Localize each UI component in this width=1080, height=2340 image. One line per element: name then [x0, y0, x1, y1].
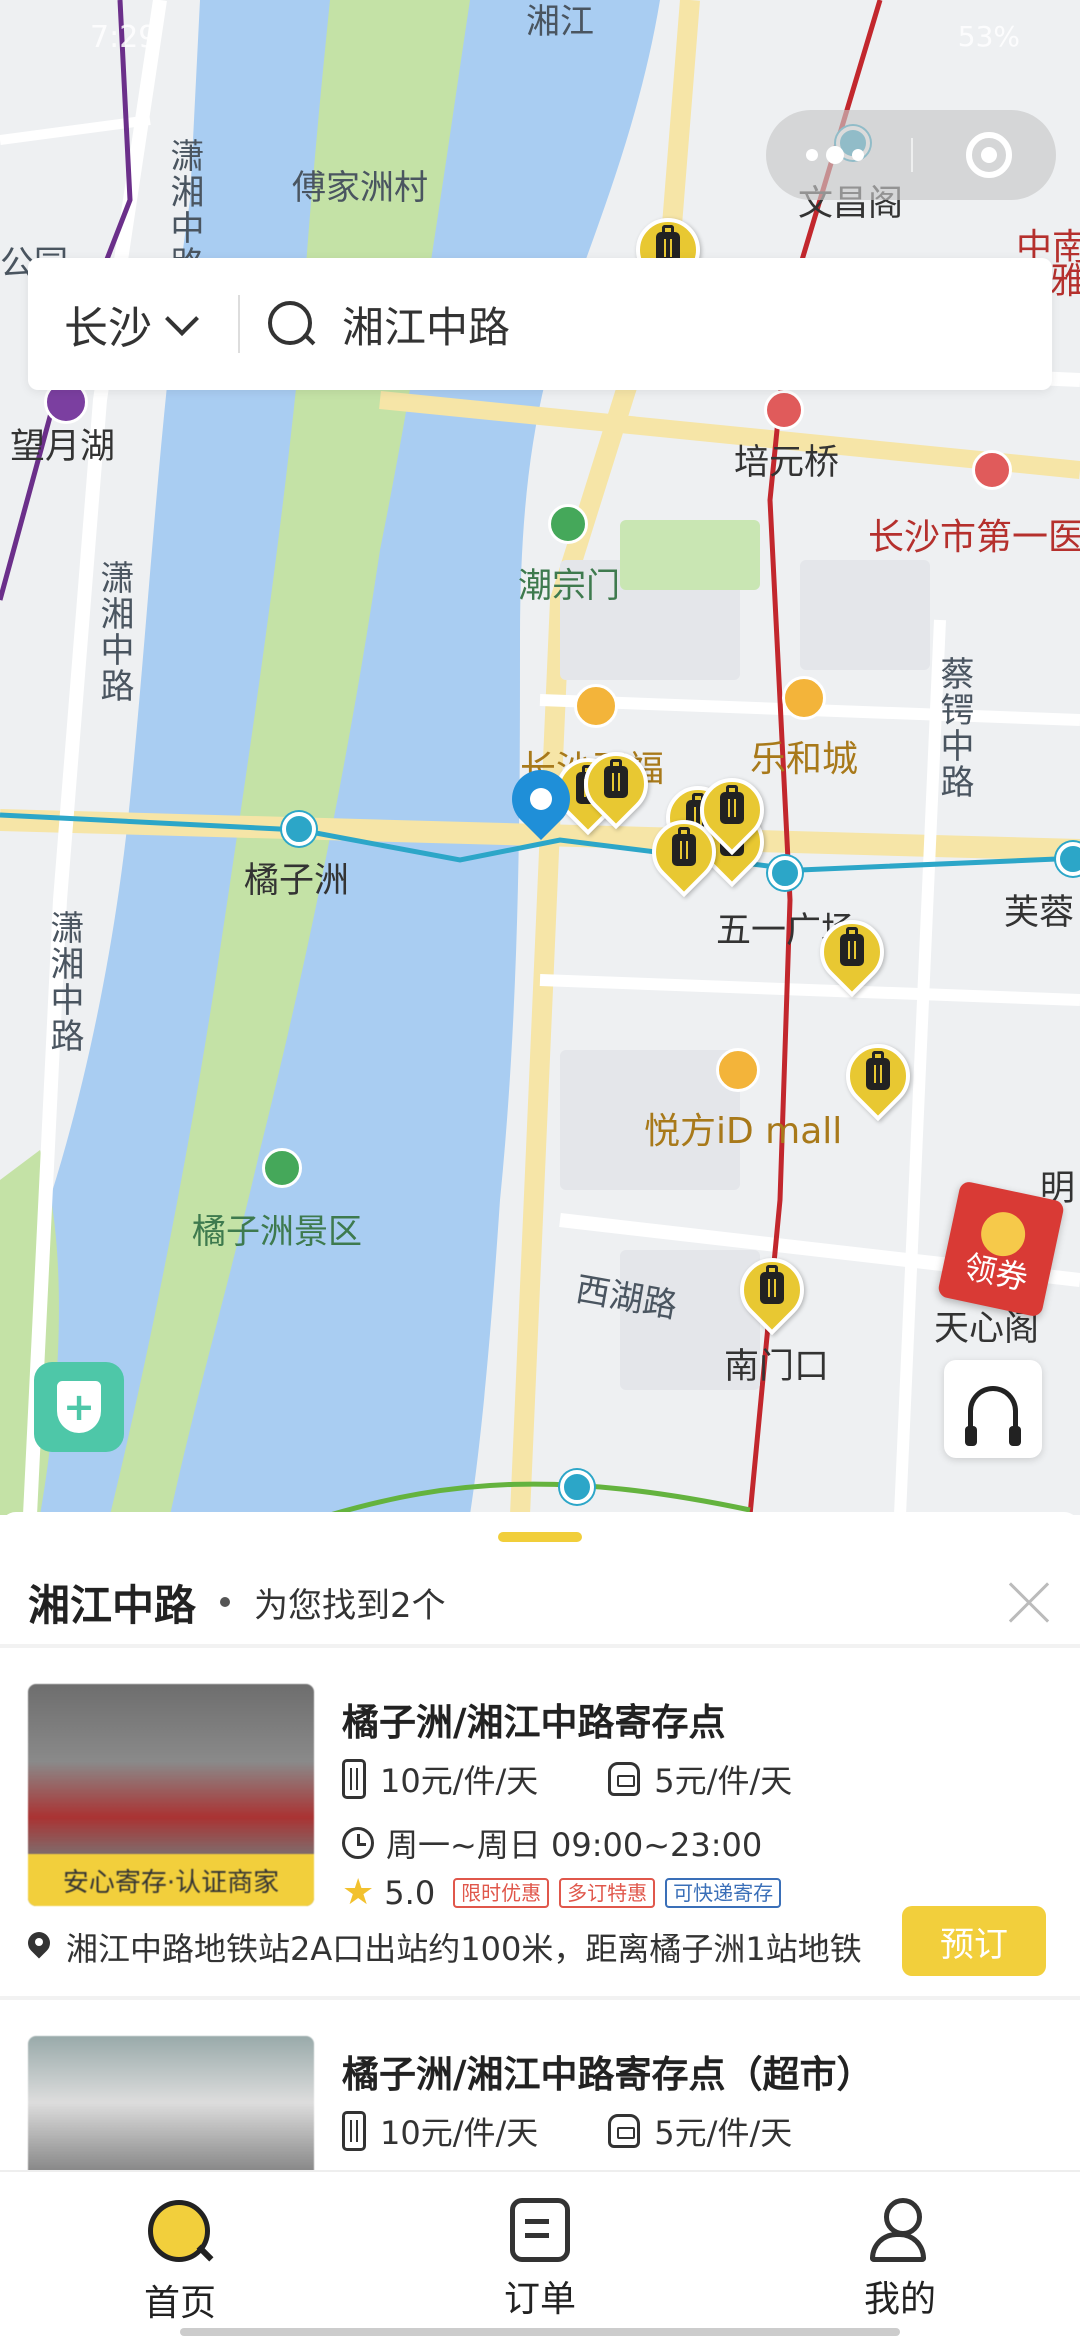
- home-indicator: [180, 2328, 900, 2336]
- map-label: 芙蓉: [1004, 893, 1075, 933]
- map-label: 湘江: [526, 2, 594, 42]
- tag-badge: 限时优惠: [453, 1877, 550, 1908]
- hours-row: 周一~周日 09:00~23:00: [342, 1820, 762, 1866]
- metro-station-icon: [560, 1470, 594, 1504]
- map-label: 乐和城: [750, 739, 859, 780]
- opening-hours: 周一~周日 09:00~23:00: [386, 1826, 763, 1864]
- hospital-icon: [972, 450, 1012, 490]
- metro-station-icon: [282, 812, 316, 846]
- price-row: 10元/件/天 5元/件/天: [342, 2108, 792, 2154]
- map-label: 培元桥: [734, 443, 840, 483]
- results-panel: 湘江中路 为您找到2个 安心寄存·认证商家 橘子洲/湘江中路寄存点 10元/件/…: [0, 1512, 1080, 2172]
- miniprogram-capsule[interactable]: [766, 110, 1056, 200]
- map-label: 潮宗门: [518, 566, 620, 606]
- listing-title: 橘子洲/湘江中路寄存点: [342, 1701, 726, 1744]
- verified-badge: 安心寄存·认证商家: [28, 1854, 314, 1906]
- luggage-pin-icon[interactable]: [806, 906, 898, 1002]
- listing-card[interactable]: 橘子洲/湘江中路寄存点（超市） 10元/件/天 5元/件/天: [0, 2024, 1080, 2172]
- map-label: 南门口: [724, 1347, 830, 1387]
- headset-icon: [965, 1386, 1021, 1446]
- star-icon: ★: [342, 1872, 375, 1913]
- price-bag: 5元/件/天: [654, 2114, 793, 2152]
- scenic-icon: [548, 504, 588, 544]
- results-title: 湘江中路: [28, 1580, 197, 1630]
- status-battery: 53%: [957, 20, 1020, 53]
- metro-station-icon: [768, 856, 802, 890]
- current-location-pin-icon: [499, 757, 583, 846]
- mall-icon: [782, 676, 826, 720]
- book-button[interactable]: 预订: [902, 1906, 1046, 1976]
- listing-thumbnail: 安心寄存·认证商家: [28, 1684, 314, 1906]
- search-home-icon: [146, 2198, 214, 2266]
- luggage-pin-icon[interactable]: [570, 738, 662, 834]
- drag-handle[interactable]: [498, 1532, 582, 1542]
- map-label: 橘子洲: [244, 861, 350, 901]
- search-input[interactable]: 湘江中路: [342, 294, 510, 355]
- results-header: 湘江中路 为您找到2个: [28, 1562, 1052, 1642]
- suitcase-icon: [342, 2111, 366, 2151]
- listing-card[interactable]: 安心寄存·认证商家 橘子洲/湘江中路寄存点 10元/件/天 5元/件/天 周一~…: [0, 1672, 1080, 1976]
- chevron-down-icon: [165, 302, 199, 336]
- results-count: 为您找到2个: [254, 1585, 446, 1626]
- tab-profile[interactable]: 我的: [720, 2172, 1080, 2340]
- customer-service-button[interactable]: [944, 1360, 1042, 1458]
- tag-badge: 可快递寄存: [665, 1877, 782, 1908]
- tab-label: 订单: [503, 2279, 576, 2320]
- status-time: 7:29: [90, 20, 158, 55]
- rating-value: 5.0: [384, 1873, 436, 1912]
- address-row: 湘江中路地铁站2A口出站约100米，距离橘子洲1站地铁: [28, 1924, 862, 1970]
- search-icon: [264, 297, 318, 351]
- profile-icon: [870, 2198, 930, 2262]
- search-bar[interactable]: 长沙 湘江中路: [28, 258, 1052, 390]
- map-label: 望月湖: [10, 427, 116, 467]
- map-label: 潇湘中路: [44, 910, 84, 1054]
- tab-label: 首页: [143, 2283, 216, 2324]
- safety-shield-button[interactable]: [34, 1362, 124, 1452]
- map-view[interactable]: 7:29 53% 傅家洲村 文昌阁 中南 雅 公园 湘江 望月湖 潇湘中路 潇湘…: [0, 0, 1080, 1515]
- city-selector[interactable]: 长沙: [28, 292, 238, 356]
- close-icon[interactable]: [1006, 1580, 1052, 1626]
- luggage-pin-icon[interactable]: [726, 1244, 818, 1340]
- bottom-tab-bar: 首页 订单 我的: [0, 2170, 1080, 2340]
- price-luggage: 10元/件/天: [380, 1762, 539, 1800]
- tab-orders[interactable]: 订单: [360, 2172, 720, 2340]
- coupon-label: 领券: [960, 1247, 1032, 1298]
- luggage-pin-icon[interactable]: [686, 764, 778, 860]
- tag-badge: 多订特惠: [559, 1877, 656, 1908]
- map-label: 傅家洲村: [292, 168, 428, 208]
- backpack-icon: [608, 1762, 641, 1796]
- backpack-icon: [608, 2114, 641, 2148]
- map-label: 橘子洲景区: [192, 1212, 362, 1252]
- listing-thumbnail: [28, 2036, 314, 2172]
- city-label: 长沙: [64, 303, 152, 354]
- map-label: 蔡锷中路: [934, 656, 974, 800]
- scenic-icon: [262, 1148, 302, 1188]
- map-label: 长沙市第一医: [868, 517, 1080, 558]
- mall-icon: [574, 684, 618, 728]
- map-label: 悦方iD mall: [644, 1111, 843, 1152]
- luggage-pin-icon[interactable]: [832, 1030, 924, 1126]
- listing-title: 橘子洲/湘江中路寄存点（超市）: [342, 2053, 874, 2096]
- tab-home[interactable]: 首页: [0, 2172, 360, 2340]
- close-miniprogram-icon[interactable]: [966, 132, 1012, 178]
- map-label: 潇湘中路: [94, 560, 134, 704]
- order-icon: [510, 2198, 570, 2262]
- metro-red-icon: [764, 390, 804, 430]
- shield-icon: [57, 1381, 101, 1433]
- mall-icon: [716, 1048, 760, 1092]
- map-label: 雅: [1050, 261, 1080, 302]
- location-icon: [28, 1932, 52, 1962]
- tab-label: 我的: [863, 2279, 936, 2320]
- clock-icon: [342, 1827, 374, 1859]
- price-row: 10元/件/天 5元/件/天: [342, 1756, 792, 1802]
- price-luggage: 10元/件/天: [380, 2114, 539, 2152]
- rating-row: ★ 5.0 限时优惠 多订特惠 可快递寄存: [342, 1872, 782, 1913]
- listing-address: 湘江中路地铁站2A口出站约100米，距离橘子洲1站地铁: [66, 1930, 862, 1968]
- more-icon[interactable]: [806, 140, 886, 170]
- suitcase-icon: [342, 1759, 366, 1799]
- price-bag: 5元/件/天: [654, 1762, 793, 1800]
